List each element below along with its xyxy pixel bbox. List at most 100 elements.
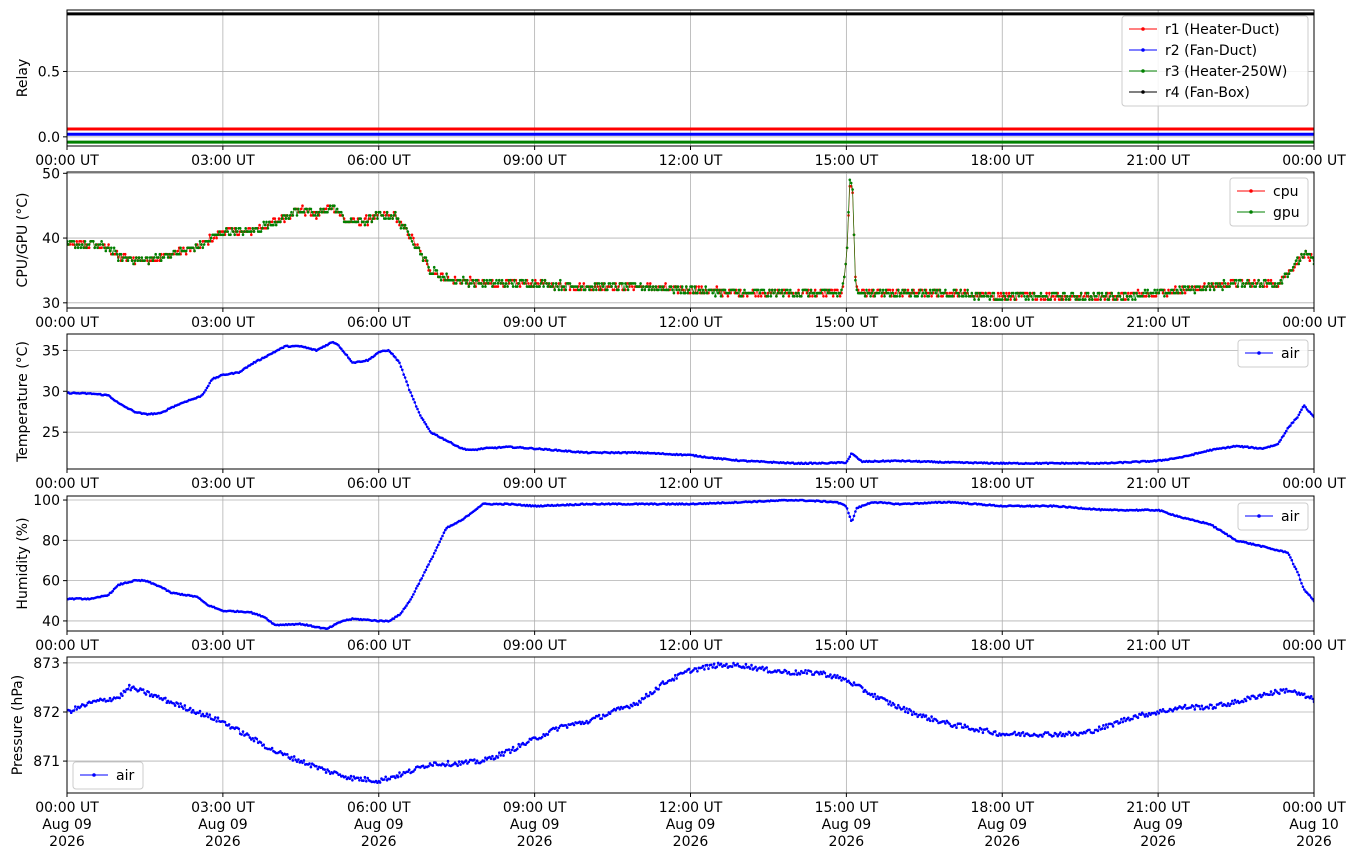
series-marker bbox=[963, 288, 967, 292]
series-marker bbox=[920, 295, 924, 298]
series-marker bbox=[1059, 731, 1062, 734]
series-marker bbox=[155, 259, 159, 263]
series-marker bbox=[1021, 291, 1025, 295]
series-marker bbox=[690, 285, 694, 288]
series-marker bbox=[1157, 291, 1161, 295]
series-marker bbox=[1287, 272, 1291, 276]
series-marker bbox=[1091, 298, 1094, 301]
series-marker bbox=[268, 220, 271, 224]
series-marker bbox=[1251, 282, 1255, 285]
legend-marker bbox=[92, 773, 96, 777]
series-marker bbox=[608, 712, 612, 715]
x-tick-label: 06:00 UT bbox=[347, 638, 411, 654]
series-marker bbox=[1138, 291, 1141, 295]
legend-marker bbox=[1257, 351, 1261, 355]
series-marker bbox=[867, 291, 871, 295]
series-marker bbox=[1127, 298, 1130, 301]
series-marker bbox=[121, 259, 124, 263]
series-marker bbox=[136, 259, 139, 263]
x-date-label: Aug 09 bbox=[42, 817, 92, 833]
series-marker bbox=[413, 590, 417, 593]
series-marker bbox=[1308, 259, 1312, 263]
series-marker bbox=[1282, 434, 1285, 438]
series-marker bbox=[108, 696, 112, 700]
series-marker bbox=[1116, 720, 1119, 723]
series-marker bbox=[212, 718, 216, 722]
series-marker bbox=[1161, 288, 1165, 292]
series-marker bbox=[299, 207, 303, 211]
series-marker bbox=[513, 278, 516, 282]
y-axis-label: Humidity (%) bbox=[15, 517, 31, 609]
legend-marker bbox=[1249, 210, 1253, 214]
series-marker bbox=[401, 610, 404, 613]
series-marker bbox=[207, 384, 210, 388]
series-marker bbox=[110, 246, 113, 250]
series-marker bbox=[757, 295, 760, 298]
series-marker bbox=[978, 291, 982, 295]
series-marker bbox=[179, 702, 182, 705]
series-marker bbox=[927, 717, 931, 720]
series-marker bbox=[966, 725, 969, 728]
series-marker bbox=[500, 278, 504, 282]
x-tick-label: 00:00 UT bbox=[35, 315, 99, 331]
x-tick-label: 00:00 UT bbox=[35, 800, 99, 816]
series-marker bbox=[888, 295, 892, 298]
x-tick-label: 18:00 UT bbox=[970, 315, 1034, 331]
series-marker bbox=[424, 568, 428, 572]
series-marker bbox=[672, 678, 676, 682]
series-marker bbox=[115, 252, 119, 256]
x-tick-label: 09:00 UT bbox=[503, 315, 567, 331]
series-marker bbox=[1273, 282, 1277, 285]
series-marker bbox=[944, 722, 947, 725]
series-marker bbox=[232, 230, 235, 233]
series-marker bbox=[119, 692, 123, 695]
series-marker bbox=[499, 754, 503, 757]
series-marker bbox=[405, 604, 408, 607]
series-marker bbox=[906, 711, 910, 715]
series-marker bbox=[848, 178, 852, 182]
series-marker bbox=[841, 282, 845, 285]
series-marker bbox=[700, 285, 703, 288]
series-marker bbox=[1268, 693, 1271, 696]
series-marker bbox=[1017, 295, 1021, 298]
legend-label: r2 (Fan-Duct) bbox=[1165, 43, 1257, 59]
series-marker bbox=[291, 759, 295, 762]
series-marker bbox=[980, 728, 983, 731]
series-marker bbox=[534, 278, 537, 282]
series-marker bbox=[1300, 252, 1303, 256]
series-marker bbox=[1017, 731, 1021, 735]
x-tick-label: 06:00 UT bbox=[347, 476, 411, 492]
series-marker bbox=[892, 703, 896, 706]
series-marker bbox=[884, 288, 888, 292]
series-marker bbox=[1045, 291, 1048, 295]
series-marker bbox=[825, 295, 828, 298]
series-marker bbox=[797, 288, 800, 292]
series-marker bbox=[966, 288, 969, 292]
series-marker bbox=[715, 285, 719, 288]
series-marker bbox=[93, 246, 96, 250]
series-marker bbox=[1258, 693, 1262, 697]
series-marker bbox=[595, 288, 598, 292]
series-marker bbox=[1291, 562, 1295, 566]
series-marker bbox=[464, 282, 468, 285]
series-marker bbox=[1152, 291, 1155, 295]
legend-label: r4 (Fan-Box) bbox=[1165, 85, 1250, 101]
series-marker bbox=[1247, 282, 1251, 285]
series-marker bbox=[182, 707, 185, 710]
series-marker bbox=[845, 459, 849, 463]
series-marker bbox=[928, 719, 932, 723]
series-marker bbox=[1207, 707, 1210, 710]
series-marker bbox=[417, 411, 421, 414]
series-marker bbox=[1135, 291, 1138, 295]
panel-3: 253035Temperature (°C)00:00 UT 03:00 UT 06… bbox=[15, 333, 1346, 492]
series-marker bbox=[909, 295, 913, 298]
series-marker bbox=[775, 295, 778, 298]
series-marker bbox=[851, 518, 854, 521]
series-marker bbox=[1110, 291, 1113, 295]
series-marker bbox=[962, 295, 965, 298]
series-marker bbox=[459, 763, 462, 766]
series-marker bbox=[534, 282, 537, 285]
series-marker bbox=[883, 295, 886, 298]
series-marker bbox=[104, 249, 108, 253]
series-marker bbox=[626, 288, 630, 292]
